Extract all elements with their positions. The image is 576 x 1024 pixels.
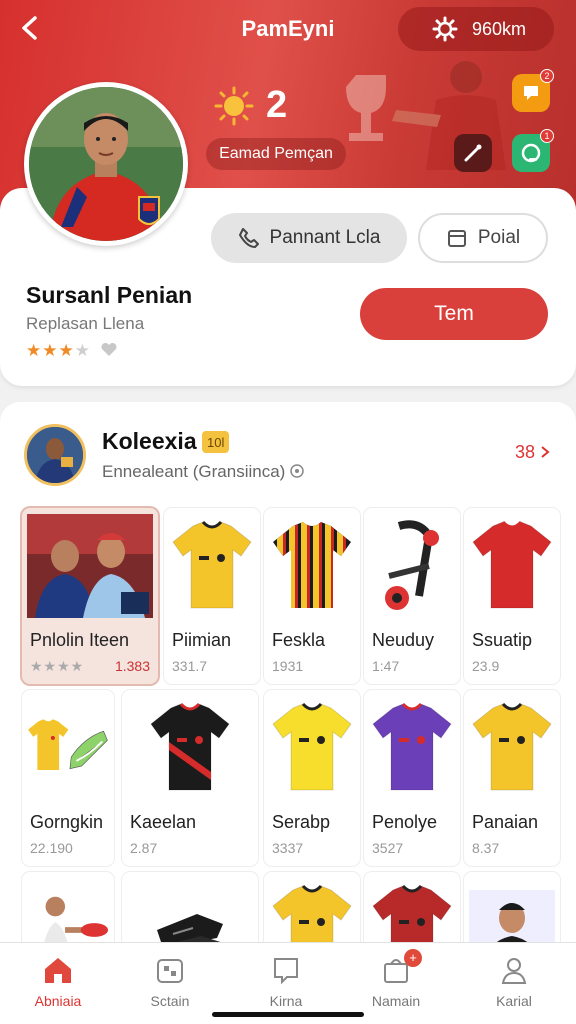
item-image [268,696,356,800]
collection-count-link[interactable]: 38 [515,442,550,463]
player-avatar[interactable] [24,82,188,246]
item-value: 22.190 [30,840,73,856]
tab-label: Namain [371,993,421,1009]
headset-icon [521,143,541,163]
item-name: Ssuatip [472,630,533,650]
edit-button[interactable] [454,134,492,172]
player-name: Sursanl Penian [26,282,193,308]
info-icon[interactable] [290,464,304,478]
distance-value: 960km [472,18,527,39]
item-value: 3337 [272,840,304,856]
collection-item[interactable]: Feskla 1931 [264,508,360,684]
call-button-label: Pannant Lcla [269,227,381,248]
collection-item[interactable]: Piimian 331.7 [164,508,260,684]
tab-label: Sctain [150,993,190,1009]
collection-card: Koleexia 10l Ennealeant (Gransiinca) 38 … [0,402,576,962]
home-indicator [212,1012,364,1017]
home-icon [8,953,108,987]
item-value: 1.383 [114,658,150,674]
collection-item[interactable]: Kaeelan 2.87 [122,690,258,866]
item-value: 1:47 [372,658,400,674]
support-badge: 1 [540,129,554,143]
heart-icon[interactable] [101,342,117,357]
poial-button-label: Poial [477,227,521,248]
item-name: Penolye [372,812,438,832]
item-name: Serabp [272,812,331,832]
collection-item[interactable]: Ssuatip 23.9 [464,508,560,684]
trophy-player-backdrop [346,61,506,170]
call-button[interactable]: Pannant Lcla [211,213,407,263]
item-image [468,514,556,618]
player-pill[interactable]: Eamad Pemçan [206,138,346,170]
chevron-right-icon [541,446,550,458]
score-value: 2 [266,84,288,126]
pencil-icon [464,144,482,162]
support-button[interactable]: 1 [512,129,554,172]
item-value: 1931 [272,658,304,674]
collection-avatar [24,424,86,486]
collection-item[interactable]: Serabp 3337 [264,690,360,866]
player-photo [29,87,183,241]
gear-icon [432,16,458,42]
scan-icon [120,953,220,987]
item-value: 331.7 [172,658,208,674]
item-image [126,696,254,800]
tab-badge: + [404,949,422,967]
poial-button[interactable]: Poial [418,213,548,263]
collection-badge: 10l [202,431,230,453]
chat-badge: 2 [540,69,554,83]
item-name: Neuduy [372,630,435,650]
item-image [468,696,556,800]
item-value: 23.9 [472,658,500,674]
item-name: Piimian [172,630,232,650]
player-position: Replasan Llena [26,314,145,333]
collection-item[interactable]: Panaian 8.37 [464,690,560,866]
item-image [26,514,154,618]
tab-kirna[interactable]: Kirna [236,953,336,1009]
item-name: Pnlolin Iteen [30,630,130,650]
item-value: 3527 [372,840,404,856]
item-value: 2.87 [130,840,158,856]
settings-distance-pill[interactable]: 960km [398,7,554,51]
item-rating: ★★★★ [30,658,85,674]
tab-label: Abniaia [34,993,82,1009]
calendar-icon [447,230,466,247]
tem-button[interactable]: Tem [360,288,548,340]
collection-item[interactable]: Penolye 3527 [364,690,460,866]
item-image [368,514,456,618]
item-image [368,696,456,800]
tab-sctain[interactable]: Sctain [120,953,220,1009]
tab-abniaia[interactable]: Abniaia [8,953,108,1009]
phone-icon [238,228,259,248]
collection-item[interactable]: Neuduy 1:47 [364,508,460,684]
item-name: Kaeelan [130,812,197,832]
rating-stars: ★★★★ [26,341,117,361]
bag-icon: + [346,949,446,987]
item-name: Feskla [272,630,326,650]
item-name: Panaian [472,812,539,832]
tab-namain[interactable]: + Namain [346,949,446,1009]
profile-icon [464,953,564,987]
item-image [168,514,256,618]
item-image [268,514,356,618]
chat-bubble-icon [524,86,538,100]
chat-notification-button[interactable]: 2 [512,69,554,112]
message-icon [236,953,336,987]
tab-label: Karial [496,993,532,1009]
item-image [26,696,110,800]
featured-collection-item[interactable]: Pnlolin Iteen ★★★★ 1.383 [22,508,158,684]
item-name: Gorngkin [30,812,104,832]
collection-subtitle: Ennealeant (Gransiinca) [102,462,304,482]
tab-karial[interactable]: Karial [464,953,564,1009]
item-value: 8.37 [472,840,500,856]
collection-item[interactable]: Gorngkin 22.190 [22,690,114,866]
tab-label: Kirna [269,993,303,1009]
sun-icon [214,86,254,126]
collection-title: Koleexia [102,428,197,454]
